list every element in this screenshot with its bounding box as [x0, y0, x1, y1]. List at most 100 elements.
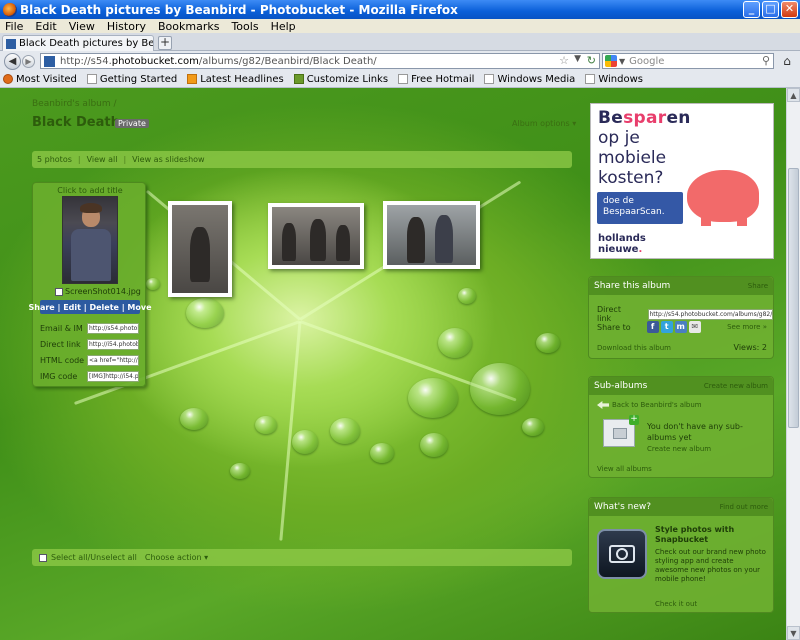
menu-history[interactable]: History: [107, 20, 146, 33]
search-placeholder: Google: [629, 55, 665, 67]
photo-image: [387, 205, 476, 265]
breadcrumb[interactable]: Beanbird's album /: [32, 99, 117, 109]
separator: |: [77, 155, 81, 164]
back-to-album-link[interactable]: Back to Beanbird's album: [597, 401, 702, 409]
water-drop: [292, 430, 318, 454]
tab-photobucket[interactable]: Black Death pictures by Beanbird - P... …: [2, 35, 154, 51]
html-code-field[interactable]: <a href="http://ph: [87, 354, 139, 366]
vertical-scrollbar[interactable]: ▲ ▼: [786, 88, 800, 640]
bookmark-windows-media[interactable]: Windows Media: [484, 74, 575, 85]
maximize-button[interactable]: □: [762, 1, 779, 18]
url-path: /albums/g82/Beanbird/Black Death/: [198, 55, 377, 67]
direct-link-field[interactable]: http://i54.photobu: [87, 338, 139, 350]
menu-tools[interactable]: Tools: [231, 20, 258, 33]
back-to-album-label: Back to Beanbird's album: [612, 401, 702, 409]
choose-action-dropdown[interactable]: Choose action ▾: [145, 553, 208, 562]
bookmark-latest-headlines[interactable]: Latest Headlines: [187, 74, 284, 85]
menu-file[interactable]: File: [5, 20, 23, 33]
html-code-row: HTML code <a href="http://ph: [40, 354, 140, 366]
close-button[interactable]: ✕: [781, 1, 798, 18]
page-icon: [398, 74, 409, 84]
back-button[interactable]: ◀: [4, 52, 21, 70]
email-icon[interactable]: ✉: [688, 321, 701, 333]
url-bar[interactable]: http://s54. photobucket.com/albums/g82/Be…: [40, 53, 600, 69]
myspace-icon[interactable]: m: [674, 321, 687, 333]
bookmark-windows[interactable]: Windows: [585, 74, 643, 85]
see-more-link[interactable]: See more »: [727, 323, 767, 331]
scroll-down-arrow-icon[interactable]: ▼: [787, 626, 800, 640]
bookmark-star-icon[interactable]: ☆: [559, 54, 569, 67]
slideshow-link[interactable]: View as slideshow: [132, 155, 204, 164]
download-album-link[interactable]: Download this album: [597, 344, 671, 352]
photo-thumbnail[interactable]: [168, 201, 232, 297]
rss-icon: [187, 74, 198, 84]
menu-view[interactable]: View: [69, 20, 95, 33]
bookmark-label: Latest Headlines: [200, 73, 284, 85]
twitter-icon[interactable]: t: [660, 321, 673, 333]
photo-filename: ScreenShot014.jpg: [65, 287, 141, 296]
photo-count: 5 photos: [37, 155, 72, 164]
scrollbar-thumb[interactable]: [788, 168, 799, 428]
ad-cta-button[interactable]: doe de BespaarScan.: [597, 192, 683, 224]
find-out-more-link[interactable]: Find out more: [720, 503, 768, 511]
piggy-bank-leg: [701, 214, 711, 226]
new-tab-button[interactable]: +: [158, 36, 172, 50]
click-to-add-title[interactable]: Click to add title: [33, 186, 147, 195]
bookmark-getting-started[interactable]: Getting Started: [86, 74, 177, 85]
view-all-albums-link[interactable]: View all albums: [597, 465, 652, 473]
photo-thumbnail[interactable]: [383, 201, 480, 269]
search-bar[interactable]: ▼ Google ⚲: [602, 53, 774, 69]
bookmark-label: Customize Links: [306, 73, 389, 85]
bookmark-customize-links[interactable]: Customize Links: [293, 73, 389, 85]
photo-checkbox[interactable]: [55, 287, 63, 296]
bookmarks-toolbar: Most Visited Getting Started Latest Head…: [0, 71, 800, 88]
google-icon[interactable]: [605, 55, 617, 67]
share-to-row: Share to f t m ✉ See more »: [597, 321, 767, 333]
album-options-link[interactable]: Album options ▾: [512, 119, 576, 128]
photo-select[interactable]: ScreenShot014.jpg: [55, 287, 141, 296]
home-button[interactable]: ⌂: [779, 54, 795, 69]
whats-new-header: What's new? Find out more: [589, 498, 773, 516]
menu-edit[interactable]: Edit: [35, 20, 56, 33]
check-it-out-link[interactable]: Check it out: [655, 600, 697, 608]
selected-photo-thumbnail[interactable]: [62, 196, 118, 284]
share-direct-field[interactable]: http://s54.photobucket.com/albums/g82/Be: [647, 308, 773, 320]
bookmark-free-hotmail[interactable]: Free Hotmail: [398, 74, 474, 85]
snapbucket-app-icon[interactable]: [597, 529, 647, 579]
customize-links-icon: [293, 74, 304, 84]
email-im-field[interactable]: http://s54.photob: [87, 322, 139, 334]
bookmark-most-visited[interactable]: Most Visited: [3, 74, 77, 85]
water-drop: [522, 418, 544, 436]
back-arrow-icon: [597, 401, 609, 409]
share-footer-row: Download this album Views: 2: [597, 343, 767, 352]
photo-figure: [190, 227, 210, 282]
create-new-album-header-link[interactable]: Create new album: [704, 382, 768, 390]
search-icon[interactable]: ⚲: [762, 54, 770, 67]
img-code-field[interactable]: [IMG]http://i54.ph: [87, 370, 139, 382]
page-icon: [585, 74, 596, 84]
facebook-icon[interactable]: f: [646, 321, 659, 333]
photo-actions-bar[interactable]: Share | Edit | Delete | Move: [28, 300, 152, 314]
photo-image: [272, 207, 360, 265]
private-badge: Private: [115, 119, 149, 128]
photo-thumbnail[interactable]: [268, 203, 364, 269]
empty-album-icon: +: [603, 415, 639, 447]
page-content: Beanbird's album / Black Death Private A…: [0, 88, 786, 640]
email-im-row: Email & IM http://s54.photob: [40, 322, 140, 334]
water-drop: [230, 463, 250, 479]
view-all-link[interactable]: View all: [87, 155, 118, 164]
minimize-button[interactable]: _: [743, 1, 760, 18]
advertisement-banner[interactable]: Besparen op je mobiele kosten? doe de Be…: [590, 103, 774, 259]
site-identity-icon[interactable]: [44, 55, 55, 67]
create-new-album-link[interactable]: Create new album: [647, 445, 711, 453]
forward-button[interactable]: ▶: [22, 54, 35, 68]
ad-line: kosten?: [598, 168, 664, 188]
share-link[interactable]: Share: [748, 282, 768, 290]
scroll-up-arrow-icon[interactable]: ▲: [787, 88, 800, 102]
reload-icon[interactable]: ↻: [587, 54, 596, 67]
url-dropdown-icon[interactable]: ▼: [574, 54, 581, 64]
menu-help[interactable]: Help: [271, 20, 296, 33]
search-engine-dropdown-icon[interactable]: ▼: [619, 57, 625, 66]
select-all-checkbox[interactable]: [39, 553, 47, 562]
menu-bookmarks[interactable]: Bookmarks: [158, 20, 219, 33]
